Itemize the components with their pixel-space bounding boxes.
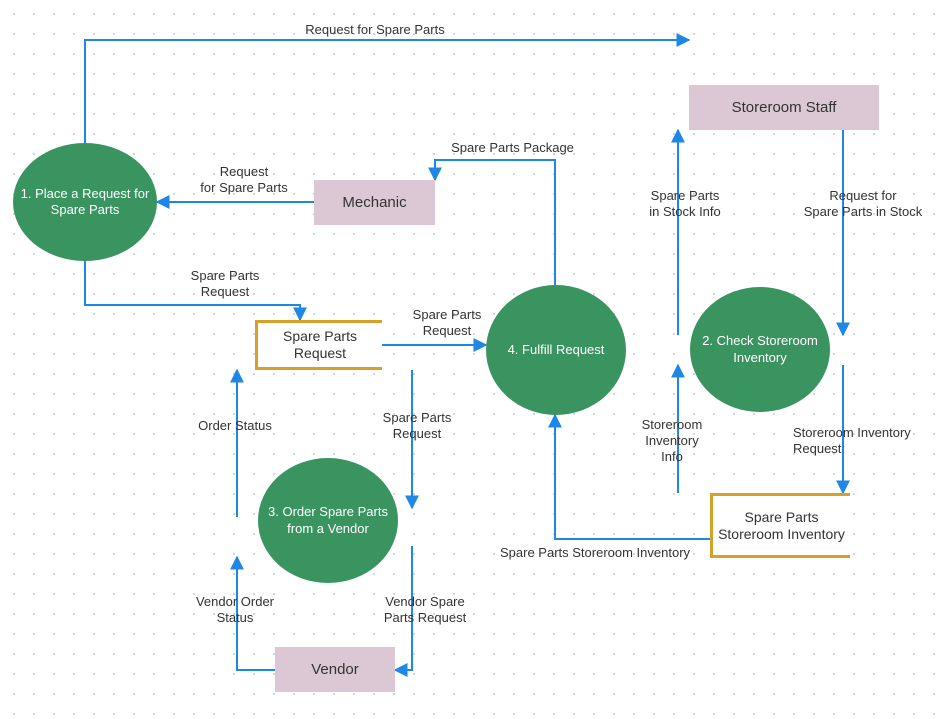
label-store-p3-a: Spare Parts bbox=[367, 410, 467, 426]
label-mech-p1-b: for Spare Parts bbox=[189, 180, 299, 196]
label-p2-staff-b: in Stock Info bbox=[630, 204, 740, 220]
label-vend-p3-a: Vendor Order bbox=[180, 594, 290, 610]
label-staff-p2-a: Request for bbox=[798, 188, 928, 204]
label-p2-inv-b: Request bbox=[793, 441, 936, 457]
entity-storeroom-staff[interactable]: Storeroom Staff bbox=[689, 85, 879, 130]
process-place-request[interactable]: 1. Place a Request for Spare Parts bbox=[13, 143, 157, 261]
label-p3-vend-b: Parts Request bbox=[370, 610, 480, 626]
label-p3-vend-a: Vendor Spare bbox=[370, 594, 480, 610]
label-store-p3-b: Request bbox=[367, 426, 467, 442]
label-spare-parts-package: Spare Parts Package bbox=[430, 140, 595, 156]
label-inv-p4: Spare Parts Storeroom Inventory bbox=[500, 545, 730, 561]
diagram-canvas: 1. Place a Request for Spare Parts 2. Ch… bbox=[0, 0, 936, 719]
label-staff-p2-b: Spare Parts in Stock bbox=[788, 204, 936, 220]
process-fulfill-request[interactable]: 4. Fulfill Request bbox=[486, 285, 626, 415]
process-order-vendor[interactable]: 3. Order Spare Parts from a Vendor bbox=[258, 458, 398, 583]
entity-vendor[interactable]: Vendor bbox=[275, 647, 395, 692]
label-store-p4-a: Spare Parts bbox=[397, 307, 497, 323]
label-store-p4-b: Request bbox=[397, 323, 497, 339]
label-p1-store-a: Spare Parts bbox=[170, 268, 280, 284]
label-mech-p1-a: Request bbox=[189, 164, 299, 180]
label-order-status: Order Status bbox=[180, 418, 290, 434]
datastore-storeroom-inventory[interactable]: Spare Parts Storeroom Inventory bbox=[710, 493, 850, 558]
label-p2-inv-a: Storeroom Inventory bbox=[793, 425, 936, 441]
process-check-inventory[interactable]: 2. Check Storeroom Inventory bbox=[690, 287, 830, 412]
label-inv-p2-b: Inventory bbox=[627, 433, 717, 449]
label-inv-p2-a: Storeroom bbox=[627, 417, 717, 433]
datastore-spare-parts-request[interactable]: Spare Parts Request bbox=[255, 320, 382, 370]
label-p1-store-b: Request bbox=[170, 284, 280, 300]
label-inv-p2-c: Info bbox=[627, 449, 717, 465]
label-p2-staff-a: Spare Parts bbox=[630, 188, 740, 204]
label-request-for-spare-parts-top: Request for Spare Parts bbox=[285, 22, 465, 38]
entity-mechanic[interactable]: Mechanic bbox=[314, 180, 435, 225]
label-vend-p3-b: Status bbox=[180, 610, 290, 626]
